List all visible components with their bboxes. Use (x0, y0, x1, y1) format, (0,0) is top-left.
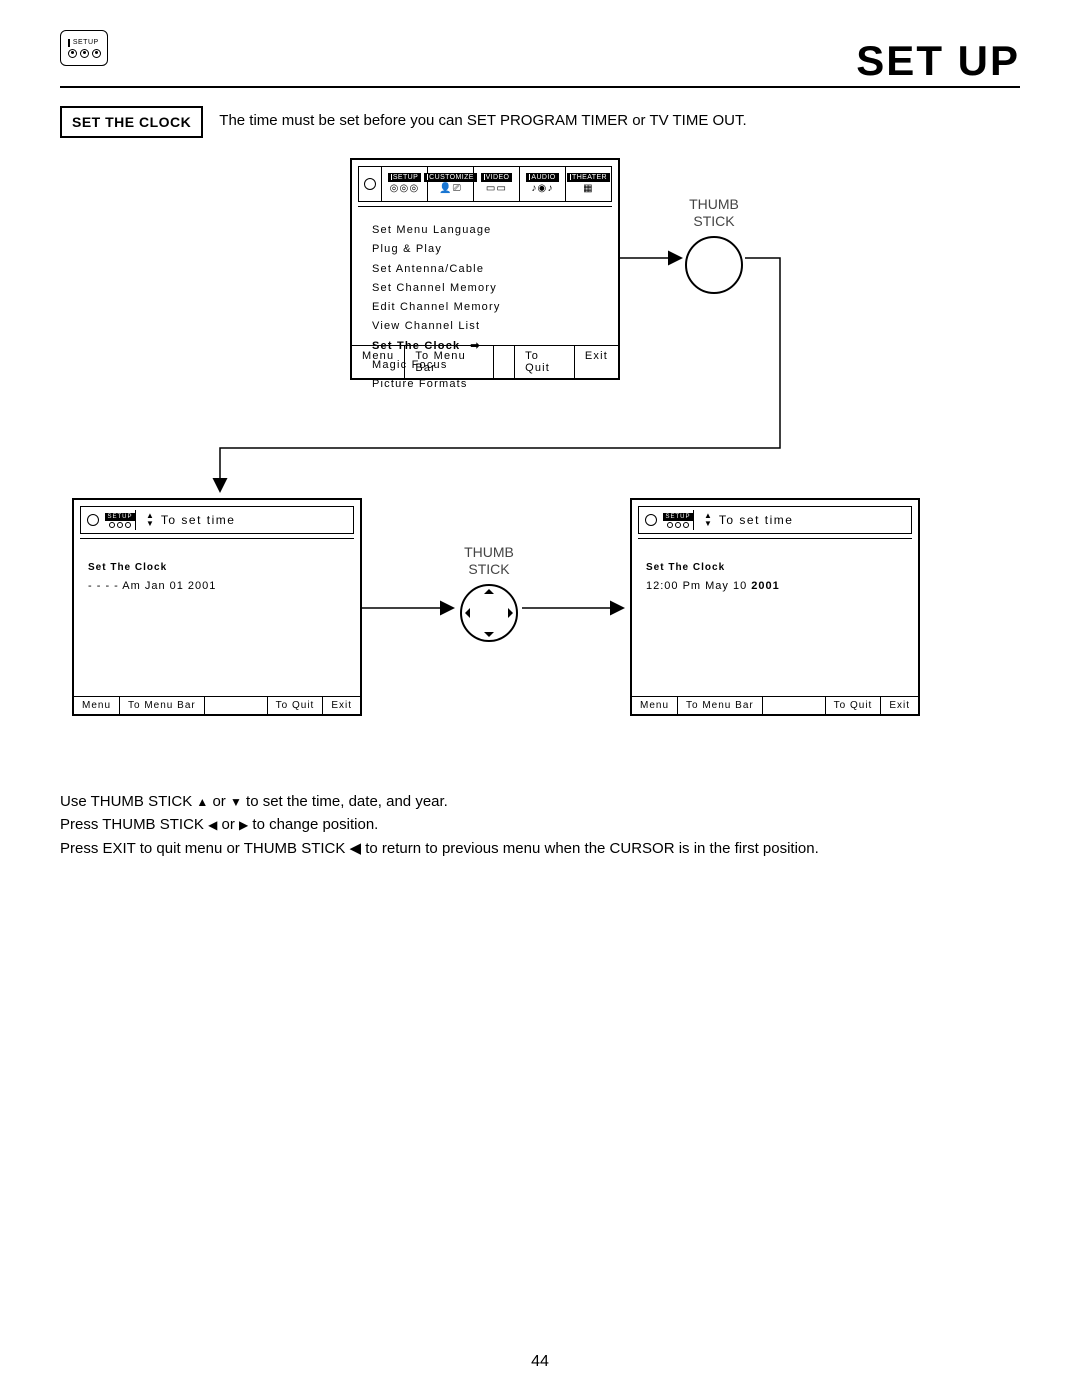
osd-menu-bar: SETUP ◎◎◎ CUSTOMIZE 👤⎚ VIDEO ▭▭ AUDIO ♪◉… (358, 166, 612, 202)
osd-item: Set Antenna/Cable (372, 260, 608, 279)
clock-right-footer: Menu To Menu Bar To Quit Exit (632, 696, 918, 714)
diagram-stage: SETUP ◎◎◎ CUSTOMIZE 👤⎚ VIDEO ▭▭ AUDIO ♪◉… (60, 158, 1020, 778)
foot-menubar: To Menu Bar (405, 346, 494, 378)
clock-osd-left: SETUP ▲▼ To set time Set The Clock - - -… (72, 498, 362, 716)
foot-menu: Menu (352, 346, 405, 378)
clock-left-body: Set The Clock - - - - Am Jan 01 2001 (74, 539, 360, 597)
clock-right-header: SETUP ▲▼ To set time (638, 506, 912, 534)
foot-exit: Exit (575, 346, 618, 378)
menu-tab-audio: AUDIO ♪◉♪ (520, 167, 566, 201)
menu-tab-customize: CUSTOMIZE 👤⎚ (428, 167, 474, 201)
osd-item: Edit Channel Memory (372, 298, 608, 317)
thumb-stick-dial-icon (685, 236, 743, 294)
triangle-left-icon: ◀ (208, 818, 217, 832)
foot-quit: To Quit (515, 346, 575, 378)
instructions: Use THUMB STICK ▲ or ▼ to set the time, … (60, 790, 1020, 860)
menu-disk-icon (359, 167, 382, 201)
disk-icon (645, 514, 657, 526)
triangle-right-icon: ▶ (239, 818, 248, 832)
clock-osd-right: SETUP ▲▼ To set time Set The Clock 12:00… (630, 498, 920, 716)
disk-icon (87, 514, 99, 526)
clock-right-hdr-text: To set time (719, 513, 794, 527)
thumb-stick-1: THUMB STICK (685, 196, 743, 294)
thumb-stick-label: THUMB STICK (685, 196, 743, 230)
page-number: 44 (0, 1353, 1080, 1371)
setup-chip-icon: SETUP (60, 30, 108, 66)
updown-arrows-icon: ▲▼ (146, 512, 155, 528)
thumb-stick-label: THUMB STICK (460, 544, 518, 578)
thumb-stick-dial-4way-icon (460, 584, 518, 642)
intro-box: SET THE CLOCK (60, 106, 203, 138)
triangle-down-icon: ▼ (230, 795, 242, 809)
clock-left-hdr-text: To set time (161, 513, 236, 527)
osd-item: Set Menu Language (372, 221, 608, 240)
clock-right-value: 12:00 Pm May 10 2001 (646, 577, 918, 597)
thumb-stick-2: THUMB STICK (460, 544, 518, 642)
menu-tab-theater: THEATER ▦ (566, 167, 611, 201)
setup-chip-small: SETUP (663, 510, 694, 530)
clock-right-body: Set The Clock 12:00 Pm May 10 2001 (632, 539, 918, 597)
setup-chip-small: SETUP (105, 510, 136, 530)
intro-text: The time must be set before you can SET … (219, 106, 746, 129)
menu-tab-video: VIDEO ▭▭ (474, 167, 520, 201)
main-osd: SETUP ◎◎◎ CUSTOMIZE 👤⎚ VIDEO ▭▭ AUDIO ♪◉… (350, 158, 620, 380)
menu-tab-setup: SETUP ◎◎◎ (382, 167, 428, 201)
intro-row: SET THE CLOCK The time must be set befor… (60, 106, 1020, 138)
clock-left-footer: Menu To Menu Bar To Quit Exit (74, 696, 360, 714)
setup-chip-label: SETUP (72, 39, 100, 46)
clock-left-title: Set The Clock (88, 559, 360, 577)
osd-item: View Channel List (372, 317, 608, 336)
updown-arrows-icon: ▲▼ (704, 512, 713, 528)
osd-item: Plug & Play (372, 240, 608, 259)
title-rule (60, 86, 1020, 88)
clock-left-value: - - - - Am Jan 01 2001 (88, 577, 360, 597)
osd-footer: Menu To Menu Bar To Quit Exit (352, 345, 618, 378)
clock-left-header: SETUP ▲▼ To set time (80, 506, 354, 534)
page-title: SET UP (60, 40, 1020, 82)
osd-item: Set Channel Memory (372, 279, 608, 298)
clock-right-title: Set The Clock (646, 559, 918, 577)
triangle-up-icon: ▲ (196, 795, 208, 809)
